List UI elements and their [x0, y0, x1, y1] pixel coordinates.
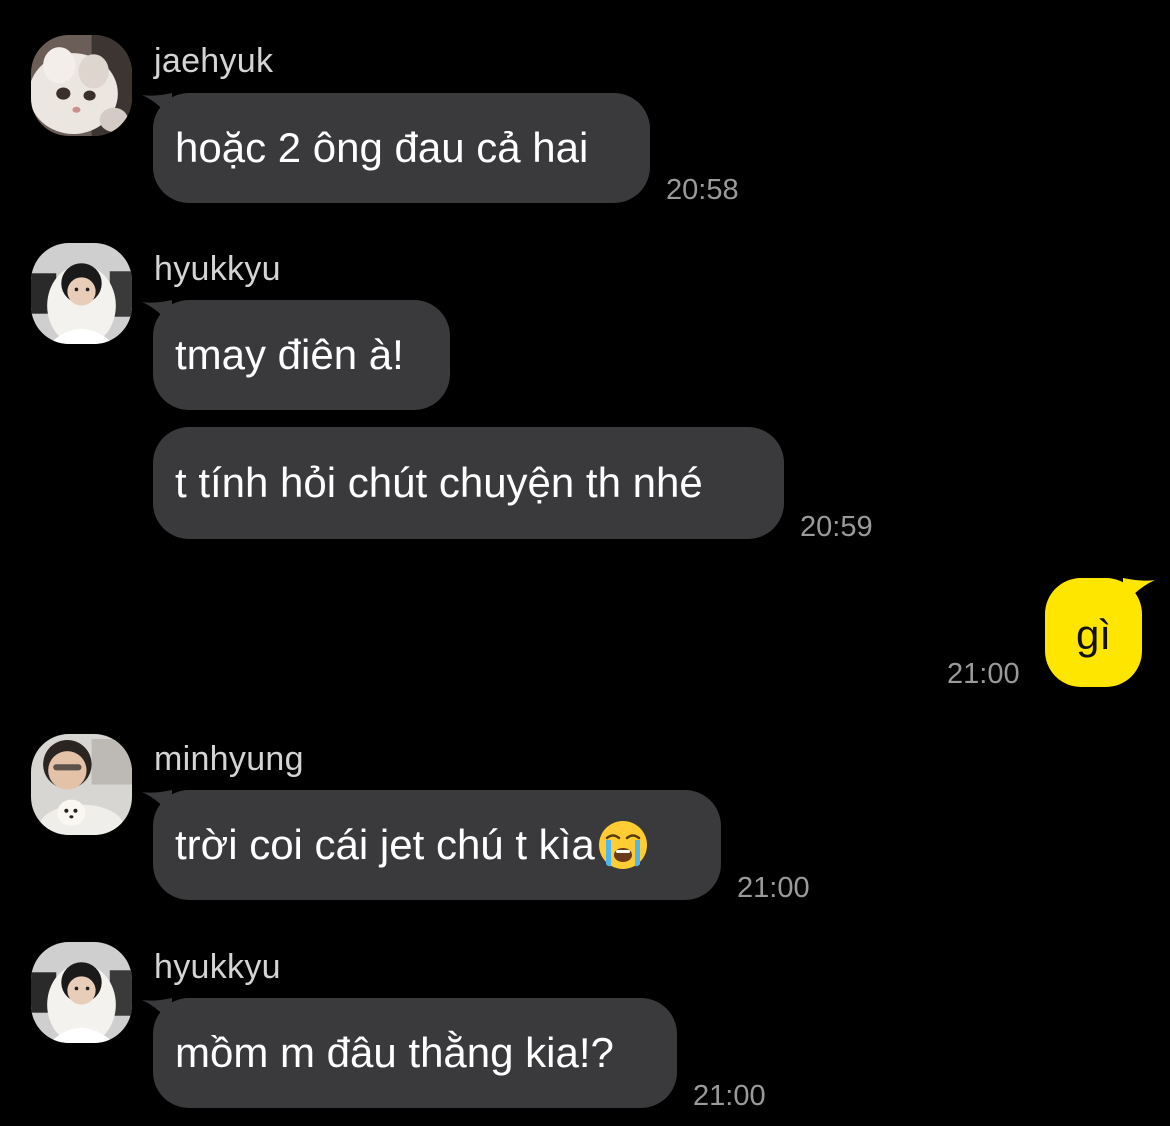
- sender-name: jaehyuk: [154, 42, 274, 80]
- message-timestamp: 21:00: [947, 658, 1020, 690]
- message-timestamp: 21:00: [737, 872, 810, 904]
- message-text: hoặc 2 ông đau cả hai: [175, 124, 589, 171]
- avatar-hyukkyu[interactable]: [31, 942, 132, 1043]
- avatar-minhyung[interactable]: [31, 734, 132, 835]
- sender-name: minhyung: [154, 740, 304, 778]
- message-bubble[interactable]: trời coi cái jet chú t kìa: [142, 790, 721, 900]
- bubble-tail: [142, 93, 172, 121]
- message-text: trời coi cái jet chú t kìa: [175, 821, 595, 868]
- message-timestamp: 21:00: [693, 1080, 766, 1112]
- message-text: tmay điên à!: [175, 331, 404, 378]
- loudly-crying-face-icon: [598, 821, 647, 869]
- own-message-bubble[interactable]: gì: [1045, 578, 1155, 687]
- message-text: mồm m đâu thằng kia!?: [175, 1029, 614, 1076]
- person-hood-avatar-icon: [31, 942, 132, 1043]
- sender-name: hyukkyu: [154, 250, 281, 288]
- message-bubble[interactable]: hoặc 2 ông đau cả hai: [142, 93, 650, 203]
- bubble-tail: [1123, 578, 1155, 606]
- avatar-hyukkyu[interactable]: [31, 243, 132, 344]
- message-text: t tính hỏi chút chuyện th nhé: [175, 459, 703, 506]
- message-timestamp: 20:59: [800, 511, 873, 543]
- message-bubble[interactable]: t tính hỏi chút chuyện th nhé: [153, 427, 784, 539]
- avatar-jaehyuk[interactable]: [31, 35, 132, 136]
- person-hood-avatar-icon: [31, 243, 132, 344]
- message-timestamp: 20:58: [666, 174, 739, 206]
- message-bubble[interactable]: tmay điên à!: [142, 300, 450, 410]
- cat-avatar-icon: [31, 35, 132, 136]
- sender-name: hyukkyu: [154, 948, 281, 986]
- message-text: gì: [1075, 610, 1112, 658]
- message-bubble[interactable]: mồm m đâu thằng kia!?: [142, 998, 677, 1108]
- person-with-dog-avatar-icon: [31, 734, 132, 835]
- bubble-tail: [142, 300, 172, 328]
- bubble-tail: [142, 790, 172, 818]
- bubble-tail: [142, 998, 172, 1026]
